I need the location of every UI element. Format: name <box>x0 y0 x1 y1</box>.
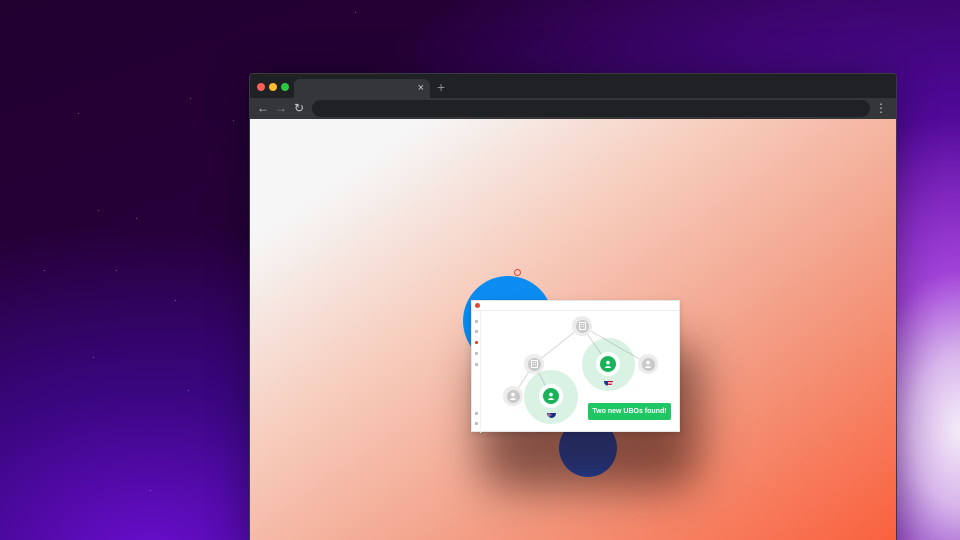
building-icon <box>578 322 586 330</box>
ubo-person-node <box>541 386 561 406</box>
app-screenshot-card: Two new UBOs found! <box>471 300 680 433</box>
company-node <box>572 316 592 336</box>
ubo-person-node <box>598 354 618 374</box>
address-bar[interactable] <box>312 100 870 117</box>
company-node <box>524 354 544 374</box>
person-icon <box>547 392 555 400</box>
person-node <box>503 386 523 406</box>
person-icon <box>644 360 652 368</box>
person-icon <box>604 360 612 368</box>
person-icon <box>509 392 517 400</box>
forward-arrow-icon[interactable]: → <box>275 101 287 115</box>
ubo-found-notification[interactable]: Two new UBOs found! <box>588 403 671 420</box>
us-flag-icon <box>604 377 613 386</box>
tab-strip: × + <box>250 74 896 98</box>
maximize-window-button[interactable] <box>281 83 289 91</box>
browser-tab[interactable]: × <box>294 79 430 98</box>
australia-flag-icon <box>547 409 556 418</box>
menu-icon[interactable]: ⋮ <box>875 101 887 115</box>
browser-toolbar: ← → ↻ ⋮ <box>250 98 896 119</box>
minimize-window-button[interactable] <box>269 83 277 91</box>
close-icon[interactable]: × <box>418 81 424 95</box>
person-node <box>638 354 658 374</box>
page-viewport: Two new UBOs found! <box>250 119 896 540</box>
back-arrow-icon[interactable]: ← <box>257 101 269 115</box>
close-window-button[interactable] <box>257 83 265 91</box>
new-tab-button[interactable]: + <box>437 79 445 95</box>
decorative-ring <box>514 269 521 276</box>
building-icon <box>530 360 538 368</box>
reload-icon[interactable]: ↻ <box>294 101 304 115</box>
browser-window: × + ← → ↻ ⋮ Two new UBOs found! <box>249 73 897 540</box>
